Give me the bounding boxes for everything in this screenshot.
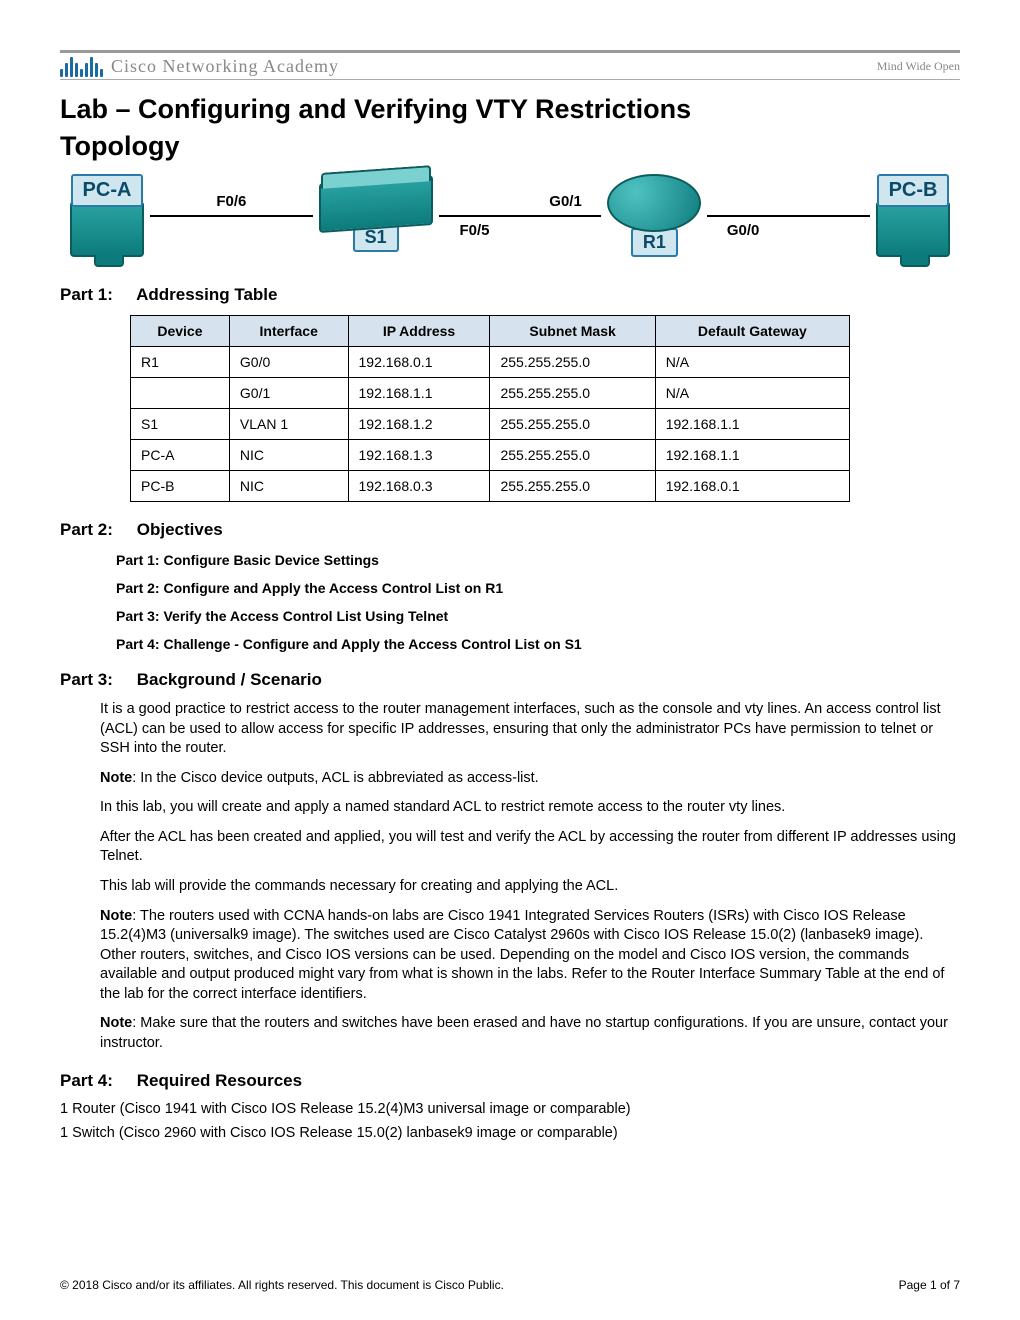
part2-heading: Part 2: Objectives [60, 520, 960, 540]
addressing-table: Device Interface IP Address Subnet Mask … [130, 315, 850, 502]
paragraph: This lab will provide the commands neces… [100, 877, 960, 897]
cisco-bars-icon [60, 55, 103, 77]
paragraph: Note: Make sure that the routers and swi… [100, 1014, 960, 1053]
part2-label: Part 2: [60, 520, 132, 540]
tagline: Mind Wide Open [877, 59, 960, 74]
copyright: © 2018 Cisco and/or its affiliates. All … [60, 1278, 504, 1292]
iface-f06: F0/6 [216, 193, 246, 210]
paragraph: It is a good practice to restrict access… [100, 700, 960, 759]
topology-diagram: PC-A F0/6 S1 G0/1 F0/5 R1 G0/0 PC-B [60, 174, 960, 257]
th-ip: IP Address [348, 316, 490, 347]
iface-g00: G0/0 [727, 222, 760, 239]
part1-heading: Part 1: Addressing Table [60, 285, 960, 305]
page-header: Cisco Networking Academy Mind Wide Open [60, 55, 960, 80]
document-title: Lab – Configuring and Verifying VTY Rest… [60, 94, 960, 125]
paragraph: After the ACL has been created and appli… [100, 828, 960, 867]
th-device: Device [131, 316, 230, 347]
iface-g01: G0/1 [549, 193, 582, 210]
academy-text: Cisco Networking Academy [111, 56, 339, 77]
th-interface: Interface [229, 316, 348, 347]
part3-heading: Part 3: Background / Scenario [60, 670, 960, 690]
part4-title: Required Resources [137, 1071, 302, 1090]
part1-label: Part 1: [60, 285, 132, 305]
th-mask: Subnet Mask [490, 316, 655, 347]
objectives-list: Part 1: Configure Basic Device Settings … [116, 552, 960, 652]
part4-label: Part 4: [60, 1071, 132, 1091]
part1-title: Addressing Table [136, 285, 277, 304]
table-row: PC-ANIC192.168.1.3255.255.255.0192.168.1… [131, 440, 850, 471]
table-row: PC-BNIC192.168.0.3255.255.255.0192.168.0… [131, 471, 850, 502]
table-row: S1VLAN 1192.168.1.2255.255.255.0192.168.… [131, 409, 850, 440]
paragraph: In this lab, you will create and apply a… [100, 798, 960, 818]
background-text: It is a good practice to restrict access… [100, 700, 960, 1053]
top-rule [60, 50, 960, 53]
resources-list: 1 Router (Cisco 1941 with Cisco IOS Rele… [60, 1101, 960, 1141]
table-row: G0/1192.168.1.1255.255.255.0N/A [131, 378, 850, 409]
cisco-logo: Cisco Networking Academy [60, 55, 339, 77]
part2-title: Objectives [137, 520, 223, 539]
pc-a-label: PC-A [71, 174, 144, 207]
th-gw: Default Gateway [655, 316, 849, 347]
part4-heading: Part 4: Required Resources [60, 1071, 960, 1091]
part3-title: Background / Scenario [137, 670, 322, 689]
objective-item: Part 1: Configure Basic Device Settings [116, 552, 960, 568]
table-row: R1G0/0192.168.0.1255.255.255.0N/A [131, 347, 850, 378]
pc-b-icon: PC-B [876, 174, 950, 257]
pc-b-label: PC-B [877, 174, 950, 207]
router-r1-icon: R1 [607, 174, 701, 257]
link-pca-s1: F0/6 [150, 215, 313, 217]
link-s1-r1: G0/1 F0/5 [439, 215, 602, 217]
page-number: Page 1 of 7 [899, 1278, 960, 1292]
link-r1-pcb: G0/0 [707, 215, 870, 217]
paragraph: Note: In the Cisco device outputs, ACL i… [100, 769, 960, 789]
switch-s1-icon: S1 [319, 179, 433, 252]
paragraph: Note: The routers used with CCNA hands-o… [100, 907, 960, 1005]
pc-a-icon: PC-A [70, 174, 144, 257]
page: Cisco Networking Academy Mind Wide Open … [0, 0, 1020, 1320]
topology-heading: Topology [60, 131, 960, 162]
objective-item: Part 2: Configure and Apply the Access C… [116, 580, 960, 596]
objective-item: Part 3: Verify the Access Control List U… [116, 608, 960, 624]
part3-label: Part 3: [60, 670, 132, 690]
iface-f05: F0/5 [459, 222, 489, 239]
resource-item: 1 Router (Cisco 1941 with Cisco IOS Rele… [60, 1101, 960, 1117]
r1-label: R1 [631, 228, 678, 257]
page-footer: © 2018 Cisco and/or its affiliates. All … [60, 1278, 960, 1292]
objective-item: Part 4: Challenge - Configure and Apply … [116, 636, 960, 652]
resource-item: 1 Switch (Cisco 2960 with Cisco IOS Rele… [60, 1125, 960, 1141]
